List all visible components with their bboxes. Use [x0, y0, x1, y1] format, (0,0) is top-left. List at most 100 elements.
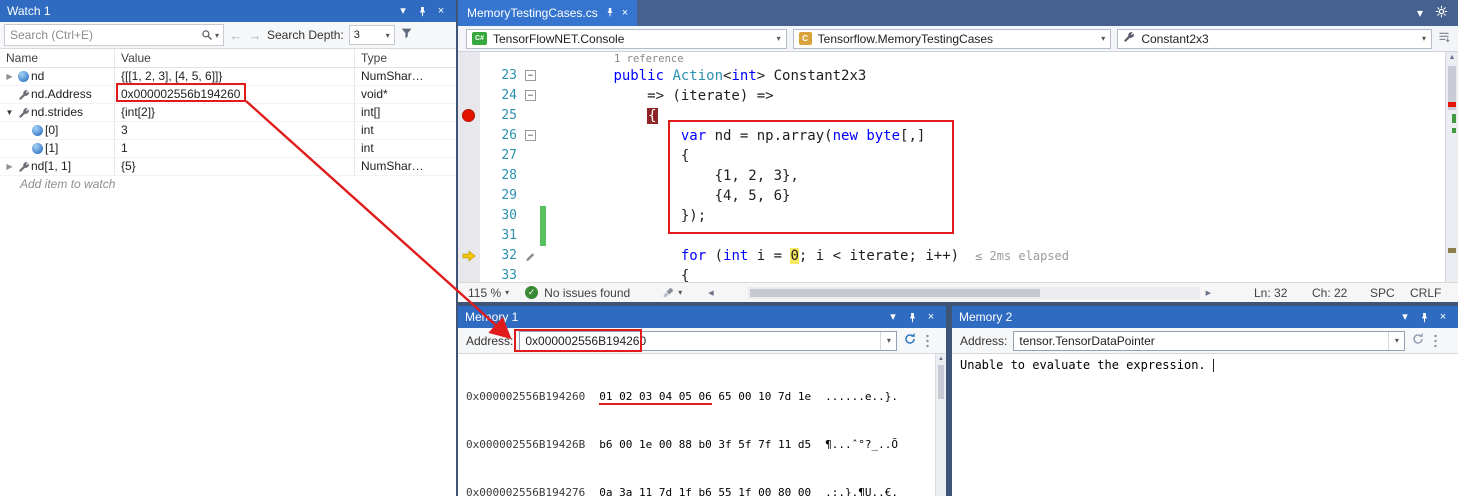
pin-icon[interactable] — [904, 309, 920, 325]
breakpoint-margin[interactable] — [458, 166, 480, 186]
memory-hex-dump[interactable]: 0x000002556B19426001 02 03 04 05 06 65 0… — [458, 354, 946, 496]
project-dropdown[interactable]: C# TensorFlowNET.Console ▾ — [466, 29, 787, 49]
scrollbar-thumb[interactable] — [750, 289, 1040, 297]
column-header-type[interactable]: Type — [355, 49, 456, 67]
scroll-right-icon[interactable]: ▶ — [1206, 289, 1211, 297]
address-input[interactable]: tensor.TensorDataPointer ▾ — [1013, 331, 1405, 351]
add-watch-item[interactable]: Add item to watch — [0, 176, 456, 193]
search-depth-select[interactable]: 3 ▾ — [349, 25, 395, 45]
chevron-down-icon[interactable]: ▾ — [1388, 332, 1404, 350]
breakpoint-margin[interactable] — [458, 126, 480, 146]
breakpoint-margin[interactable] — [458, 66, 480, 86]
watch-value[interactable]: {5} — [115, 158, 355, 175]
watch-value[interactable]: 0x000002556b194260 — [115, 86, 355, 103]
close-icon[interactable]: × — [433, 3, 449, 19]
breakpoint-margin[interactable] — [458, 246, 480, 266]
pin-icon[interactable] — [414, 3, 430, 19]
code-cleanup-button[interactable]: ▾ — [662, 286, 682, 299]
watch-value[interactable]: 1 — [115, 140, 355, 157]
watch-value[interactable]: {int[2]} — [115, 104, 355, 121]
vertical-scrollbar[interactable]: ▲ — [1445, 52, 1458, 282]
close-icon[interactable]: × — [923, 309, 939, 325]
search-forward-icon[interactable]: → — [248, 28, 262, 43]
search-input[interactable] — [5, 28, 197, 42]
member-dropdown[interactable]: Constant2x3 ▾ — [1117, 29, 1432, 49]
fold-margin[interactable] — [522, 226, 540, 246]
scroll-up-icon[interactable]: ▲ — [936, 354, 946, 364]
type-dropdown[interactable]: C Tensorflow.MemoryTestingCases ▾ — [793, 29, 1112, 49]
watch-row[interactable]: ▶nd {[[1, 2, 3], [4, 5, 6]]} NumShar… — [0, 68, 456, 86]
address-input[interactable]: 0x000002556B194260 ▾ — [519, 331, 897, 351]
format-specifier-icon[interactable] — [400, 27, 414, 43]
fold-margin[interactable] — [522, 266, 540, 282]
search-back-icon[interactable]: ← — [229, 28, 243, 43]
breakpoint-margin[interactable] — [458, 106, 480, 126]
toolbar-overflow-icon[interactable] — [1433, 334, 1438, 348]
fold-margin[interactable] — [522, 166, 540, 186]
fold-margin[interactable] — [522, 206, 540, 226]
watch-row[interactable]: ▶nd[1, 1] {5} NumShar… — [0, 158, 456, 176]
spaces-indicator[interactable]: SPC — [1370, 286, 1410, 300]
scroll-up-icon[interactable]: ▲ — [1446, 52, 1458, 64]
gear-icon[interactable] — [1435, 5, 1448, 21]
split-window-icon[interactable] — [1438, 31, 1450, 46]
toolbar-overflow-icon[interactable] — [925, 334, 930, 348]
column-indicator[interactable]: Ch: 22 — [1312, 286, 1370, 300]
tab-memorytestingcases[interactable]: MemoryTestingCases.cs × — [458, 0, 637, 26]
fold-collapse-icon[interactable]: − — [525, 130, 536, 141]
chevron-down-icon[interactable]: ▾ — [215, 31, 219, 40]
fold-margin[interactable]: − — [522, 126, 540, 146]
breakpoint-margin[interactable] — [458, 146, 480, 166]
pin-icon[interactable] — [605, 7, 615, 20]
zoom-select[interactable]: 115 %▾ — [468, 286, 509, 300]
refresh-icon[interactable] — [1411, 332, 1425, 349]
expander-icon[interactable]: ▶ — [3, 68, 16, 85]
breakpoint-margin[interactable] — [458, 206, 480, 226]
window-menu-icon[interactable]: ▾ — [1397, 309, 1413, 325]
address-value[interactable]: 0x000002556B194260 — [520, 334, 880, 348]
scrollbar-thumb[interactable] — [938, 365, 944, 399]
window-menu-icon[interactable]: ▾ — [395, 3, 411, 19]
memory1-scrollbar[interactable]: ▲ — [935, 354, 946, 496]
watch-row[interactable]: ▼nd.strides {int[2]} int[] — [0, 104, 456, 122]
close-icon[interactable]: × — [1435, 309, 1451, 325]
horizontal-scrollbar[interactable] — [748, 287, 1200, 299]
address-value[interactable]: tensor.TensorDataPointer — [1014, 334, 1388, 348]
scroll-left-icon[interactable]: ◀ — [708, 289, 713, 297]
expander-icon[interactable]: ▼ — [3, 104, 16, 121]
line-ending-indicator[interactable]: CRLF — [1410, 286, 1448, 300]
watch-row[interactable]: nd.Address 0x000002556b194260 void* — [0, 86, 456, 104]
breakpoint-icon[interactable] — [462, 109, 475, 122]
fold-margin[interactable]: − — [522, 66, 540, 86]
watch-row[interactable]: [0] 3 int — [0, 122, 456, 140]
fold-margin[interactable] — [522, 246, 540, 266]
fold-margin[interactable]: − — [522, 86, 540, 106]
expander-icon[interactable]: ▶ — [3, 158, 16, 175]
close-icon[interactable]: × — [622, 7, 628, 19]
issues-status[interactable]: No issues found — [544, 286, 630, 300]
breakpoint-margin[interactable] — [458, 266, 480, 282]
column-header-value[interactable]: Value — [115, 49, 355, 67]
search-icon[interactable]: ▾ — [197, 29, 223, 41]
breakpoint-margin[interactable] — [458, 186, 480, 206]
fold-margin[interactable] — [522, 146, 540, 166]
codelens-references[interactable]: 1 reference — [546, 52, 684, 66]
breakpoint-margin[interactable] — [458, 86, 480, 106]
memory1-title-bar[interactable]: Memory 1 ▾ × — [458, 306, 946, 328]
search-box[interactable]: ▾ — [4, 24, 224, 46]
pin-icon[interactable] — [1416, 309, 1432, 325]
watch-row[interactable]: [1] 1 int — [0, 140, 456, 158]
line-indicator[interactable]: Ln: 32 — [1254, 286, 1312, 300]
watch-value[interactable]: {[[1, 2, 3], [4, 5, 6]]} — [115, 68, 355, 85]
memory2-title-bar[interactable]: Memory 2 ▾ × — [952, 306, 1458, 328]
refresh-icon[interactable] — [903, 332, 917, 349]
fold-margin[interactable] — [522, 186, 540, 206]
code-area[interactable]: 1 reference 23− public Action<int> Const… — [458, 52, 1445, 282]
window-menu-icon[interactable]: ▾ — [885, 309, 901, 325]
watch-title-bar[interactable]: Watch 1 ▾ × — [0, 0, 456, 22]
fold-margin[interactable] — [522, 106, 540, 126]
fold-collapse-icon[interactable]: − — [525, 70, 536, 81]
column-header-name[interactable]: Name — [0, 49, 115, 67]
chevron-down-icon[interactable]: ▾ — [880, 332, 896, 350]
breakpoint-margin[interactable] — [458, 226, 480, 246]
